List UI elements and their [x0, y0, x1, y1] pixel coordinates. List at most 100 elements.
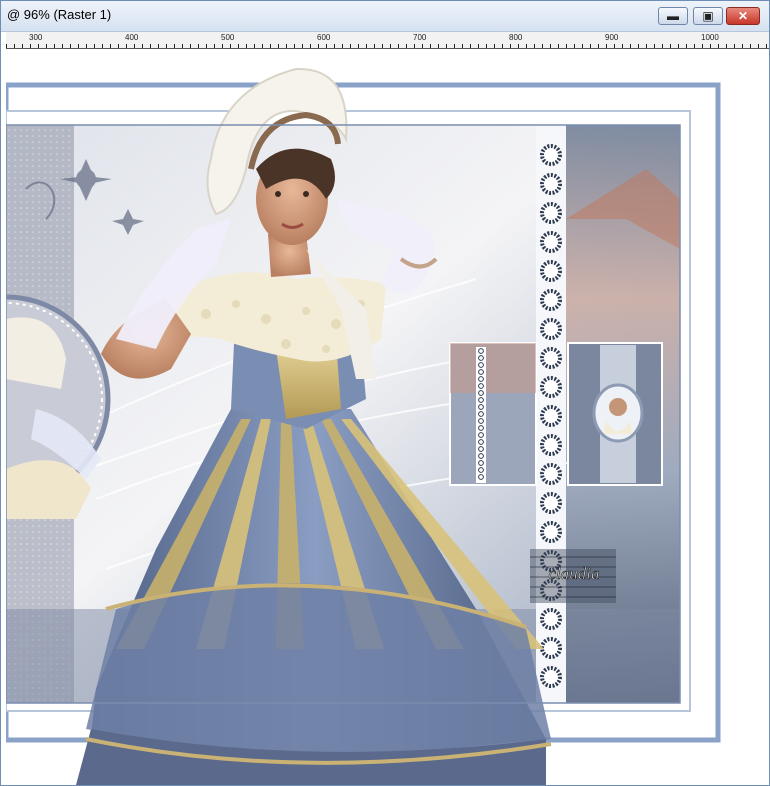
ruler-tick — [614, 44, 615, 48]
chain-ring — [540, 637, 562, 659]
ruler-tick — [718, 44, 719, 48]
ruler-tick — [414, 44, 415, 48]
ruler-tick — [478, 44, 479, 48]
ruler-tick — [238, 44, 239, 48]
ruler-tick — [734, 44, 735, 48]
ruler-tick — [182, 44, 183, 48]
ruler-tick — [590, 44, 591, 48]
ruler-tick — [494, 44, 495, 48]
ruler-tick — [70, 44, 71, 48]
ruler-tick — [270, 44, 271, 48]
ruler-tick — [430, 44, 431, 48]
ruler-tick — [446, 44, 447, 48]
ruler-tick — [654, 44, 655, 48]
ruler-tick — [694, 44, 695, 48]
chain-ring — [540, 318, 562, 340]
inset-panel-left — [449, 342, 537, 486]
ruler-tick — [318, 44, 319, 48]
ruler-tick — [342, 44, 343, 48]
ruler-tick — [750, 44, 751, 48]
ruler-tick — [286, 44, 287, 48]
ruler-label: 600 — [317, 33, 331, 42]
ruler-tick — [294, 44, 295, 48]
ruler-label: 700 — [413, 33, 427, 42]
ruler-label: 400 — [125, 33, 139, 42]
ruler-tick — [350, 44, 351, 48]
ruler-tick — [550, 44, 551, 48]
ruler-tick — [662, 44, 663, 48]
chain-ring — [540, 347, 562, 369]
ruler-tick — [246, 44, 247, 48]
ruler-tick — [166, 44, 167, 48]
ruler-tick — [390, 44, 391, 48]
chain-ring — [540, 260, 562, 282]
close-button[interactable]: ✕ — [726, 7, 760, 25]
ruler-tick — [174, 44, 175, 48]
ruler-tick — [310, 44, 311, 48]
chain-ring — [540, 492, 562, 514]
ruler-tick — [198, 44, 199, 48]
ruler-tick — [214, 44, 215, 48]
minimize-button[interactable]: ▬ — [658, 7, 688, 25]
minimize-icon: ▬ — [667, 9, 679, 23]
ruler-tick — [726, 44, 727, 48]
ruler-label: 300 — [29, 33, 43, 42]
ruler-tick — [470, 44, 471, 48]
ruler-tick — [422, 44, 423, 48]
ruler-tick — [78, 44, 79, 48]
ruler-tick — [542, 44, 543, 48]
ruler-tick — [558, 44, 559, 48]
ruler-tick — [534, 44, 535, 48]
maximize-icon: ▣ — [702, 9, 714, 23]
ruler-tick — [598, 44, 599, 48]
ruler-label: 1000 — [701, 33, 719, 42]
ruler-tick — [262, 44, 263, 48]
ruler-tick — [638, 44, 639, 48]
ruler-tick — [518, 44, 519, 48]
chain-ring — [540, 521, 562, 543]
maximize-button[interactable]: ▣ — [693, 7, 723, 25]
ruler-tick — [54, 44, 55, 48]
ruler-tick — [766, 44, 767, 48]
ruler-tick — [158, 44, 159, 48]
chain-ring — [540, 376, 562, 398]
ruler-tick — [222, 44, 223, 48]
ruler-tick — [462, 44, 463, 48]
title-bar[interactable]: @ 96% (Raster 1) ▬ ▣ ✕ — [1, 1, 769, 32]
ruler-tick — [670, 44, 671, 48]
ruler-tick — [110, 44, 111, 48]
image-window: @ 96% (Raster 1) ▬ ▣ ✕ 300 400 500 600 700 80… — [0, 0, 770, 786]
chain-ring — [540, 144, 562, 166]
ruler-label: 500 — [221, 33, 235, 42]
ruler-tick — [254, 44, 255, 48]
ruler-tick — [102, 44, 103, 48]
ruler-tick — [526, 44, 527, 48]
artwork: claudia — [6, 67, 721, 785]
ruler-tick — [230, 44, 231, 48]
inset-panel-right — [567, 342, 663, 486]
ruler-tick — [94, 44, 95, 48]
image-canvas[interactable]: claudia — [6, 49, 769, 785]
ruler-tick — [278, 44, 279, 48]
ruler-tick — [190, 44, 191, 48]
ruler-tick — [302, 44, 303, 48]
chain-ring — [540, 173, 562, 195]
ruler-tick — [46, 44, 47, 48]
chain-ring — [540, 202, 562, 224]
chain-ring — [540, 463, 562, 485]
ruler-tick — [398, 44, 399, 48]
ruler-tick — [6, 44, 7, 48]
ruler-tick — [118, 44, 119, 48]
close-icon: ✕ — [737, 9, 749, 23]
ruler-tick — [374, 44, 375, 48]
ruler-tick — [702, 44, 703, 48]
ruler-label: 800 — [509, 33, 523, 42]
ruler-tick — [686, 44, 687, 48]
chain-ring — [540, 608, 562, 630]
ruler-tick — [126, 44, 127, 48]
ruler-tick — [366, 44, 367, 48]
chain-ring — [540, 434, 562, 456]
ruler-tick — [134, 44, 135, 48]
ruler-tick — [502, 44, 503, 48]
ruler-tick — [358, 44, 359, 48]
